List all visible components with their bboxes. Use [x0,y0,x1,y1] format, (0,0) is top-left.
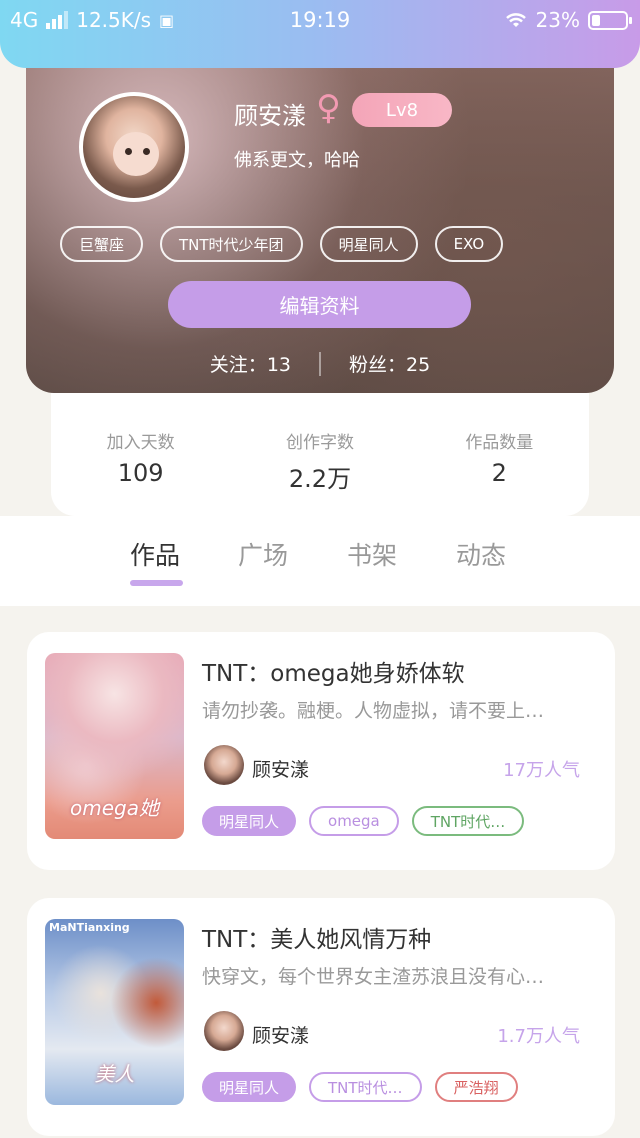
profile-tag[interactable]: EXO [434,226,504,262]
work-title[interactable]: TNT：omega她身娇体软 [202,654,465,688]
followers-count: 25 [406,354,431,376]
stat-value: 2 [491,459,507,487]
profile-tag[interactable]: 巨蟹座 [60,226,144,262]
following-count: 13 [266,354,291,376]
tab-works[interactable]: 作品 [130,536,180,572]
follow-stats: 关注：13 粉丝：25 [26,350,614,377]
stat-label: 创作字数 [285,433,354,453]
work-card[interactable]: omega她 TNT：omega她身娇体软 请勿抄袭。融梗。人物虚拟，请不要上…… [27,632,615,870]
work-cover[interactable]: MaNTianxing 美人 [45,919,184,1105]
work-tag[interactable]: 严浩翔 [434,1072,518,1102]
author-avatar [204,745,244,785]
author-name: 顾安漾 [252,759,310,781]
work-cover[interactable]: omega她 [45,653,184,839]
followers-label: 粉丝： [349,354,407,376]
cover-header: MaNTianxing [49,921,130,934]
edit-profile-button[interactable]: 编辑资料 [168,281,471,328]
stat-label: 加入天数 [106,433,175,453]
stat-value: 2.2万 [288,465,352,493]
profile-tag[interactable]: TNT时代少年团 [160,226,303,262]
tab-activity[interactable]: 动态 [456,536,506,572]
work-tag[interactable]: TNT时代… [309,1072,422,1102]
following-link[interactable]: 关注：13 [210,350,291,377]
tab-square[interactable]: 广场 [238,536,288,572]
divider [319,351,321,376]
profile-header: 顾安漾 ♀ Lv8 佛系更文，哈哈 巨蟹座 TNT时代少年团 明星同人 EXO … [26,40,614,393]
work-tag[interactable]: omega [309,806,399,836]
work-tag[interactable]: 明星同人 [202,806,297,836]
profile-tag[interactable]: 明星同人 [319,226,418,262]
battery-percent: 23% [535,8,580,32]
stat-words: 创作字数 2.2万 [230,393,409,516]
cover-title: omega她 [70,796,159,820]
work-title[interactable]: TNT：美人她风情万种 [202,920,431,954]
tab-bookshelf[interactable]: 书架 [347,536,397,572]
stat-value: 109 [117,459,164,487]
tab-indicator [130,580,183,586]
work-description: 快穿文，每个世界女主渣苏浪且没有心… [202,966,545,988]
work-tags: 明星同人 omega TNT时代… [202,806,525,836]
work-description: 请勿抄袭。融梗。人物虚拟，请不要上… [202,700,545,722]
popularity: 17万人气 [503,760,580,781]
cover-title: 美人 [94,1062,135,1086]
battery-icon [588,10,632,30]
stat-label: 作品数量 [465,433,534,453]
work-tag[interactable]: TNT时代… [411,806,525,836]
level-badge: Lv8 [352,93,452,127]
status-bar: 4G 12.5K/s ▣ 19:19 23% [0,0,640,68]
following-label: 关注： [209,354,267,376]
work-tag[interactable]: 明星同人 [202,1072,297,1102]
profile-tags: 巨蟹座 TNT时代少年团 明星同人 EXO [60,226,504,262]
work-card[interactable]: MaNTianxing 美人 TNT：美人她风情万种 快穿文，每个世界女主渣苏浪… [27,898,615,1136]
followers-link[interactable]: 粉丝：25 [349,350,430,377]
female-icon: ♀ [316,88,341,128]
tab-bar: 作品 广场 书架 动态 [0,516,640,606]
popularity: 1.7万人气 [497,1026,580,1047]
author-avatar [204,1011,244,1051]
stat-works: 作品数量 2 [410,393,589,516]
work-tags: 明星同人 TNT时代… 严浩翔 [202,1072,518,1102]
wifi-icon [505,13,526,27]
author-name: 顾安漾 [252,1025,310,1047]
profile-name: 顾安漾 [234,102,306,130]
stat-days: 加入天数 109 [51,393,230,516]
stats-panel: 加入天数 109 创作字数 2.2万 作品数量 2 [51,393,589,516]
profile-bio: 佛系更文，哈哈 [234,150,360,171]
profile-avatar[interactable] [79,92,189,202]
